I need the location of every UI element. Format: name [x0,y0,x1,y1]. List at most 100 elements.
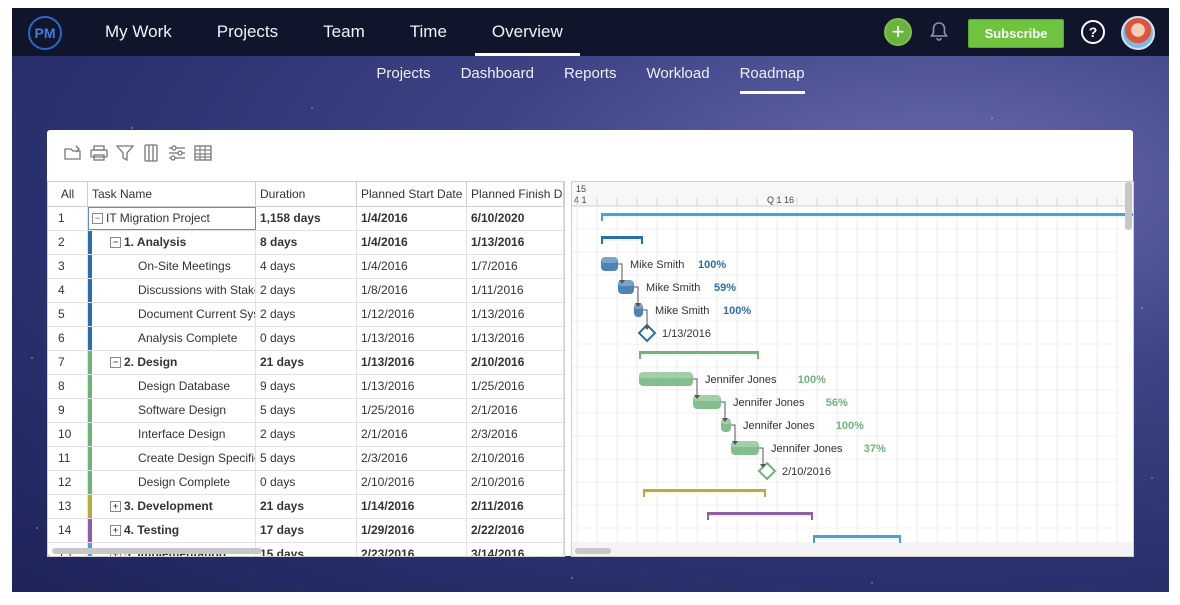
sub-nav-roadmap[interactable]: Roadmap [725,56,820,94]
collapse-icon[interactable]: − [92,213,103,225]
task-name-cell[interactable]: Design Complete [88,471,256,494]
columns-icon[interactable] [141,143,161,163]
settings-sliders-icon[interactable] [167,143,187,163]
planned-finish-cell[interactable]: 6/10/2020 [467,207,564,230]
sub-nav-projects[interactable]: Projects [361,56,445,94]
task-name-cell[interactable]: Software Design [88,399,256,422]
task-name-cell[interactable]: On-Site Meetings [88,255,256,278]
planned-finish-cell[interactable]: 2/10/2016 [467,447,564,470]
col-header-planned-finish[interactable]: Planned Finish Date [467,182,564,206]
table-row[interactable]: 2−1. Analysis 8 days 1/4/2016 1/13/2016 [48,231,564,255]
sub-nav-dashboard[interactable]: Dashboard [446,56,549,94]
expand-icon[interactable]: + [110,501,121,513]
planned-start-cell[interactable]: 1/13/2016 [357,351,467,374]
planned-start-cell[interactable]: 1/14/2016 [357,495,467,518]
expand-icon[interactable]: + [110,525,121,537]
duration-cell[interactable]: 21 days [256,351,357,374]
print-icon[interactable] [89,143,109,163]
table-row[interactable]: 9 Software Design 5 days 1/25/2016 2/1/2016 [48,399,564,423]
planned-finish-cell[interactable]: 2/10/2016 [467,351,564,374]
task-name-cell[interactable]: Design Database [88,375,256,398]
planned-finish-cell[interactable]: 1/11/2016 [467,279,564,302]
task-name-cell[interactable]: Create Design Specification [88,447,256,470]
table-row[interactable]: 13 +3. Development 21 days 1/14/2016 2/11/20… [48,495,564,519]
table-row[interactable]: 5 Document Current Systems2 days1/12/2016… [48,303,564,327]
planned-start-cell[interactable]: 2/1/2016 [357,423,467,446]
planned-finish-cell[interactable]: 2/11/2016 [467,495,564,518]
col-header-duration[interactable]: Duration [256,182,357,206]
duration-cell[interactable]: 2 days [256,423,357,446]
planned-finish-cell[interactable]: 2/22/2016 [467,519,564,542]
open-folder-icon[interactable] [63,143,83,163]
col-header-planned-start[interactable]: Planned Start Date [357,182,467,206]
main-nav-overview[interactable]: Overview [474,8,580,56]
duration-cell[interactable]: 2 days [256,279,357,302]
sub-nav-workload[interactable]: Workload [631,56,724,94]
table-row[interactable]: 3 On-Site Meetings 4 days 1/4/2016 1/7/2016 [48,255,564,279]
table-row[interactable]: 11 Create Design Specification5 days2/3/2… [48,447,564,471]
duration-cell[interactable]: 4 days [256,255,357,278]
gantt-horizontal-scrollbar[interactable] [575,548,611,554]
duration-cell[interactable]: 9 days [256,375,357,398]
table-row[interactable]: 4 Discussions with Stakeholders2 days1/8/… [48,279,564,303]
main-nav-projects[interactable]: Projects [200,8,295,56]
planned-start-cell[interactable]: 1/12/2016 [357,303,467,326]
duration-cell[interactable]: 1,158 days [256,207,357,230]
table-row[interactable]: 10 Interface Design 2 days 2/1/2016 2/3/2016 [48,423,564,447]
planned-finish-cell[interactable]: 1/7/2016 [467,255,564,278]
planned-finish-cell[interactable]: 2/10/2016 [467,471,564,494]
planned-finish-cell[interactable]: 2/1/2016 [467,399,564,422]
table-row[interactable]: 12 Design Complete 0 days 2/10/2016 2/10/201… [48,471,564,495]
planned-start-cell[interactable]: 1/25/2016 [357,399,467,422]
task-name-cell[interactable]: Interface Design [88,423,256,446]
task-name-cell[interactable]: Analysis Complete [88,327,256,350]
planned-start-cell[interactable]: 2/3/2016 [357,447,467,470]
duration-cell[interactable]: 5 days [256,447,357,470]
table-row[interactable]: 6 Analysis Complete 0 days 1/13/2016 1/13/20… [48,327,564,351]
table-row[interactable]: 14 +4. Testing 17 days 1/29/2016 2/22/2016 [48,519,564,543]
task-name-cell[interactable]: Document Current Systems [88,303,256,326]
task-name-cell[interactable]: +4. Testing [88,519,256,542]
duration-cell[interactable]: 17 days [256,519,357,542]
sub-nav-reports[interactable]: Reports [549,56,632,94]
table-row[interactable]: 7−2. Design 21 days 1/13/2016 2/10/2016 [48,351,564,375]
planned-finish-cell[interactable]: 1/13/2016 [467,231,564,254]
planned-start-cell[interactable]: 1/4/2016 [357,207,467,230]
planned-start-cell[interactable]: 2/23/2016 [357,543,467,556]
planned-start-cell[interactable]: 1/4/2016 [357,231,467,254]
planned-finish-cell[interactable]: 3/14/2016 [467,543,564,556]
duration-cell[interactable]: 0 days [256,471,357,494]
duration-cell[interactable]: 15 days [256,543,357,556]
planned-start-cell[interactable]: 2/10/2016 [357,471,467,494]
planned-start-cell[interactable]: 1/13/2016 [357,375,467,398]
planned-start-cell[interactable]: 1/13/2016 [357,327,467,350]
col-header-all[interactable]: All [48,182,88,206]
table-row[interactable]: 1− IT Migration Project 1,158 days 1/4/2016… [48,207,564,231]
grid-horizontal-scrollbar[interactable] [52,548,262,554]
planned-start-cell[interactable]: 1/8/2016 [357,279,467,302]
collapse-icon[interactable]: − [110,357,121,369]
user-avatar[interactable] [1121,16,1155,50]
bell-icon[interactable] [928,20,950,42]
col-header-task-name[interactable]: Task Name [88,182,256,206]
duration-cell[interactable]: 0 days [256,327,357,350]
gantt-vertical-scrollbar[interactable] [1125,182,1132,230]
planned-finish-cell[interactable]: 1/13/2016 [467,303,564,326]
add-plus-icon[interactable]: + [884,18,912,46]
help-icon[interactable]: ? [1081,20,1105,44]
planned-start-cell[interactable]: 1/4/2016 [357,255,467,278]
subscribe-button[interactable]: Subscribe [968,19,1064,48]
duration-cell[interactable]: 21 days [256,495,357,518]
task-name-cell[interactable]: −1. Analysis [88,231,256,254]
task-name-cell[interactable]: −2. Design [88,351,256,374]
main-nav-team[interactable]: Team [306,8,382,56]
task-name-cell[interactable]: +3. Development [88,495,256,518]
duration-cell[interactable]: 5 days [256,399,357,422]
planned-finish-cell[interactable]: 2/3/2016 [467,423,564,446]
table-row[interactable]: 8 Design Database 9 days 1/13/2016 1/25/2016 [48,375,564,399]
collapse-icon[interactable]: − [110,237,121,249]
main-nav-time[interactable]: Time [393,8,464,56]
task-name-cell[interactable]: − IT Migration Project [88,207,256,230]
main-nav-my-work[interactable]: My Work [88,8,189,56]
planned-start-cell[interactable]: 1/29/2016 [357,519,467,542]
